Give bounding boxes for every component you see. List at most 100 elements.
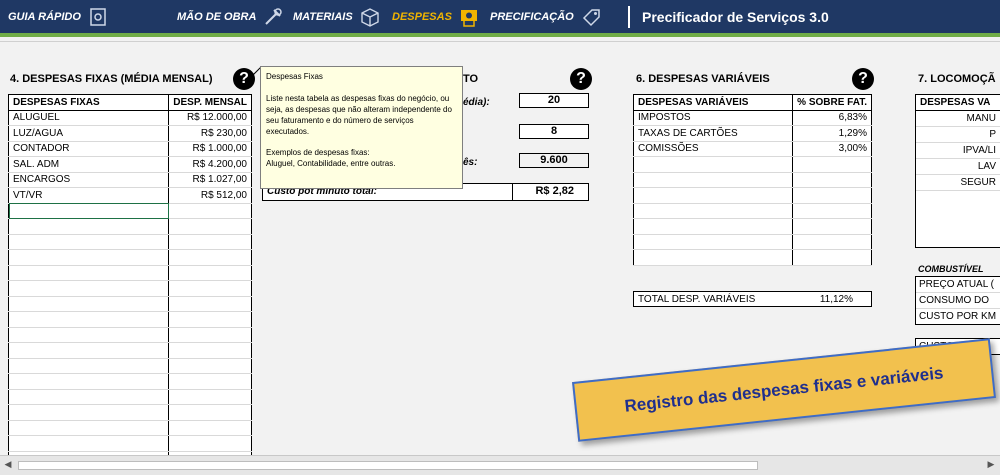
fixed-row-value[interactable]: R$ 4.200,00 bbox=[168, 156, 252, 173]
horizontal-scrollbar[interactable]: ◀ ▶ bbox=[0, 455, 1000, 475]
empty-cell[interactable] bbox=[8, 218, 170, 235]
help-icon[interactable]: ? bbox=[570, 68, 592, 90]
variable-row-value[interactable]: 1,29% bbox=[792, 125, 872, 142]
empty-cell[interactable] bbox=[168, 435, 252, 452]
fixed-row-name[interactable]: ENCARGOS bbox=[8, 172, 170, 188]
tooltip-title: Despesas Fixas bbox=[266, 72, 323, 81]
nav-guia-rapido[interactable]: GUIA RÁPIDO bbox=[8, 0, 109, 33]
locomotion-row[interactable]: IPVA/LI bbox=[916, 143, 1000, 159]
empty-cell[interactable] bbox=[633, 218, 794, 235]
comment-tooltip: Despesas Fixas Liste nesta tabela as des… bbox=[260, 66, 463, 189]
empty-cell[interactable] bbox=[8, 249, 170, 266]
tooltip-examples: Aluguel, Contabilidade, entre outras. bbox=[266, 159, 396, 168]
table-row: TAXAS DE CARTÕES 1,29% bbox=[633, 125, 872, 142]
empty-cell[interactable] bbox=[168, 327, 252, 343]
empty-cell[interactable] bbox=[8, 420, 170, 436]
empty-cell[interactable] bbox=[8, 373, 170, 390]
empty-cell[interactable] bbox=[8, 389, 170, 405]
empty-cell[interactable] bbox=[8, 404, 170, 421]
section5-value-1[interactable]: 20 bbox=[519, 93, 589, 108]
empty-cell[interactable] bbox=[8, 342, 170, 359]
fixed-row-name[interactable]: LUZ/AGUA bbox=[8, 125, 170, 142]
fuel-row[interactable]: PREÇO ATUAL ( bbox=[916, 277, 1000, 293]
variable-row-value[interactable]: 3,00% bbox=[792, 141, 872, 157]
empty-cell[interactable] bbox=[168, 404, 252, 421]
section5-value-2[interactable]: 8 bbox=[519, 124, 589, 139]
empty-cell[interactable] bbox=[8, 280, 170, 297]
fixed-row-value[interactable]: R$ 1.000,00 bbox=[168, 141, 252, 157]
variable-total-row: TOTAL DESP. VARIÁVEIS 11,12% bbox=[633, 291, 872, 307]
empty-cell[interactable] bbox=[792, 218, 872, 235]
help-icon[interactable]: ? bbox=[852, 68, 874, 90]
selected-cell[interactable] bbox=[8, 203, 170, 219]
empty-cell[interactable] bbox=[633, 187, 794, 204]
fixed-row-value[interactable]: R$ 1.027,00 bbox=[168, 172, 252, 188]
table-row: CONTADOR R$ 1.000,00 bbox=[8, 141, 252, 157]
empty-cell[interactable] bbox=[8, 358, 170, 374]
empty-cell[interactable] bbox=[792, 234, 872, 250]
scroll-left-icon[interactable]: ◀ bbox=[2, 459, 14, 472]
empty-cell[interactable] bbox=[8, 435, 170, 452]
variable-row-value[interactable]: 6,83% bbox=[792, 110, 872, 126]
variable-row-name[interactable]: TAXAS DE CARTÕES bbox=[633, 125, 794, 142]
empty-cell[interactable] bbox=[8, 234, 170, 250]
nav-mao-de-obra[interactable]: MÃO DE OBRA bbox=[177, 0, 284, 33]
fixed-row-name[interactable]: VT/VR bbox=[8, 187, 170, 204]
empty-cell[interactable] bbox=[792, 172, 872, 188]
locomotion-col-header: DESPESAS VA bbox=[916, 95, 1000, 111]
locomotion-row[interactable]: LAV bbox=[916, 159, 1000, 175]
variable-row-name[interactable]: COMISSÕES bbox=[633, 141, 794, 157]
empty-cell[interactable] bbox=[168, 389, 252, 405]
empty-cell[interactable] bbox=[168, 342, 252, 359]
empty-cell[interactable] bbox=[633, 249, 794, 266]
fuel-row[interactable]: CONSUMO DO bbox=[916, 293, 1000, 309]
scroll-right-icon[interactable]: ▶ bbox=[985, 459, 997, 472]
locomotion-row[interactable]: P bbox=[916, 127, 1000, 143]
locomotion-row[interactable]: SEGUR bbox=[916, 175, 1000, 191]
empty-cell[interactable] bbox=[8, 311, 170, 328]
empty-cell[interactable] bbox=[633, 172, 794, 188]
variable-expenses-table: DESPESAS VARIÁVEIS % SOBRE FAT. IMPOSTOS… bbox=[633, 94, 872, 266]
nav-precificacao[interactable]: PRECIFICAÇÃO bbox=[490, 0, 602, 33]
fixed-row-name[interactable]: ALUGUEL bbox=[8, 110, 170, 126]
empty-cell[interactable] bbox=[168, 218, 252, 235]
top-nav: GUIA RÁPIDO MÃO DE OBRA MATERIAIS DESPES… bbox=[0, 0, 1000, 33]
empty-cell[interactable] bbox=[8, 296, 170, 312]
empty-cell[interactable] bbox=[168, 373, 252, 390]
nav-despesas[interactable]: DESPESAS bbox=[392, 0, 480, 33]
empty-cell[interactable] bbox=[792, 156, 872, 173]
fixed-row-value[interactable]: R$ 512,00 bbox=[168, 187, 252, 204]
fixed-expenses-table: DESPESAS FIXAS DESP. MENSAL ALUGUEL R$ 1… bbox=[8, 94, 252, 475]
locomotion-title: 7. LOCOMOÇÃ bbox=[918, 73, 996, 85]
empty-cell[interactable] bbox=[168, 420, 252, 436]
empty-cell[interactable] bbox=[633, 234, 794, 250]
fixed-col-name-header: DESPESAS FIXAS bbox=[8, 94, 170, 111]
fixed-row-value[interactable]: R$ 230,00 bbox=[168, 125, 252, 142]
fuel-table: PREÇO ATUAL ( CONSUMO DO CUSTO POR KM bbox=[915, 276, 1000, 325]
empty-cell[interactable] bbox=[792, 203, 872, 219]
fixed-row-name[interactable]: SAL. ADM bbox=[8, 156, 170, 173]
empty-cell[interactable] bbox=[792, 249, 872, 266]
empty-cell[interactable] bbox=[168, 296, 252, 312]
variable-row-name[interactable]: IMPOSTOS bbox=[633, 110, 794, 126]
empty-cell[interactable] bbox=[792, 187, 872, 204]
empty-cell[interactable] bbox=[633, 203, 794, 219]
feature-banner: Registro das despesas fixas e variáveis bbox=[572, 338, 996, 442]
fixed-row-value[interactable]: R$ 12.000,00 bbox=[168, 110, 252, 126]
empty-cell[interactable] bbox=[168, 234, 252, 250]
fixed-row-name[interactable]: CONTADOR bbox=[8, 141, 170, 157]
empty-cell[interactable] bbox=[168, 249, 252, 266]
locomotion-row[interactable]: MANU bbox=[916, 111, 1000, 127]
empty-cell[interactable] bbox=[168, 265, 252, 281]
empty-cell[interactable] bbox=[8, 265, 170, 281]
empty-cell[interactable] bbox=[168, 203, 252, 219]
table-row bbox=[8, 203, 252, 219]
empty-cell[interactable] bbox=[633, 156, 794, 173]
nav-materiais[interactable]: MATERIAIS bbox=[293, 0, 381, 33]
empty-cell[interactable] bbox=[168, 358, 252, 374]
empty-cell[interactable] bbox=[168, 311, 252, 328]
empty-cell[interactable] bbox=[8, 327, 170, 343]
fuel-row[interactable]: CUSTO POR KM bbox=[916, 309, 1000, 324]
empty-cell[interactable] bbox=[168, 280, 252, 297]
scroll-thumb[interactable] bbox=[18, 461, 758, 470]
